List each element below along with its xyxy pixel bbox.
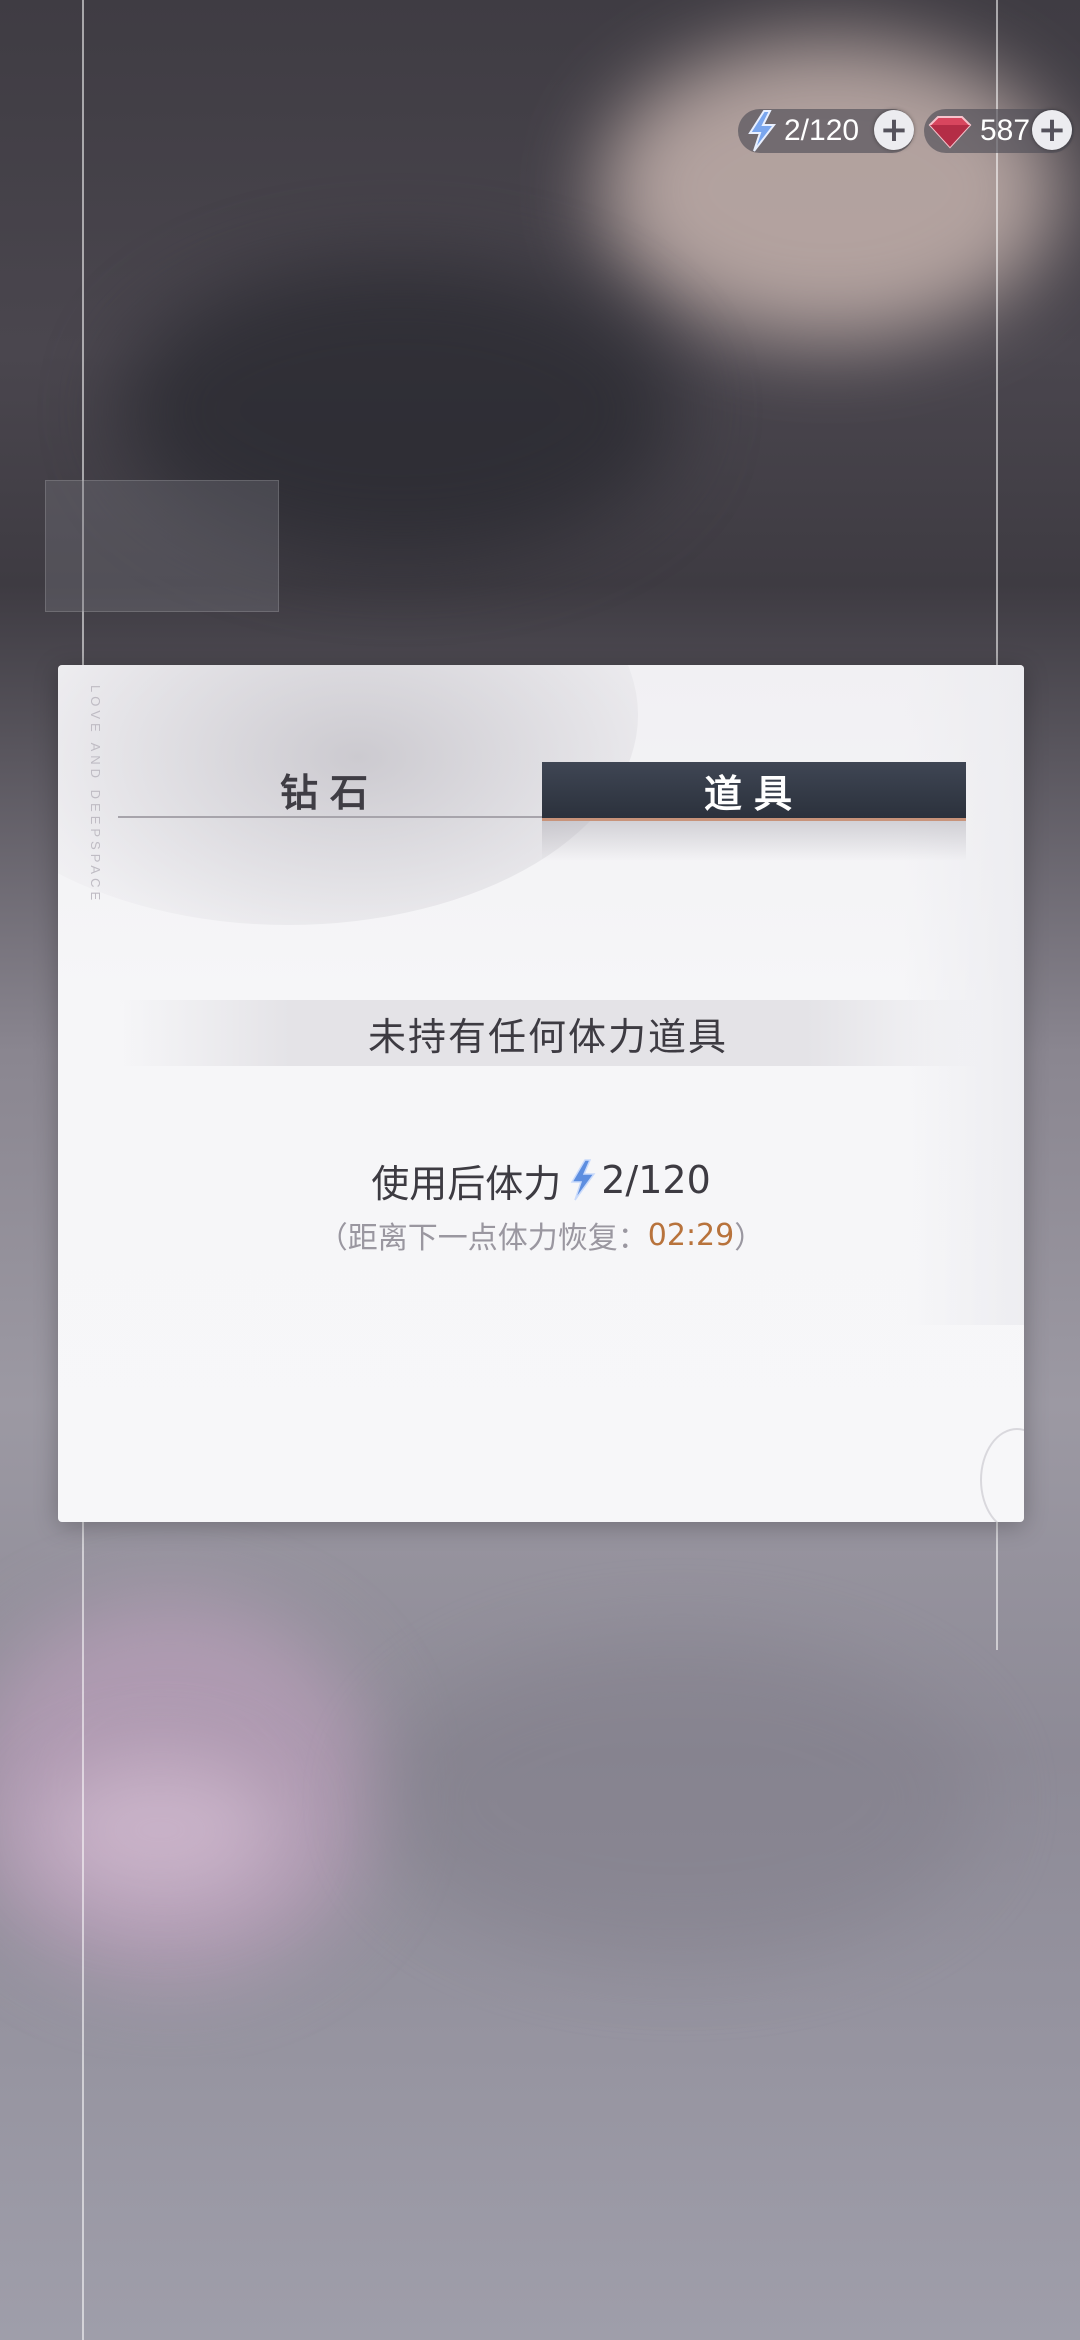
dialog-side-text: LOVE AND DEEPSPACE bbox=[88, 685, 103, 905]
recovery-prefix: （距离下一点体力恢复： bbox=[317, 1221, 648, 1256]
after-use-label: 使用后体力 bbox=[371, 1161, 562, 1206]
empty-notice: 未持有任何体力道具 bbox=[118, 1000, 978, 1066]
add-diamond-button[interactable]: + bbox=[1032, 110, 1072, 150]
diamond-gem-icon bbox=[928, 116, 972, 149]
tab-shadow bbox=[542, 821, 966, 861]
tab-diamond[interactable]: 钻石 bbox=[118, 762, 542, 818]
empty-notice-text: 未持有任何体力道具 bbox=[367, 1014, 728, 1059]
diamond-value: 587 bbox=[980, 114, 1031, 147]
after-use-stamina: 使用后体力 2/120 bbox=[58, 1150, 1024, 1210]
background-blur bbox=[40, 1760, 280, 1900]
background-blur bbox=[380, 1640, 980, 1960]
stamina-bolt-icon bbox=[748, 110, 777, 152]
background-blur bbox=[600, 40, 1060, 340]
stamina-value: 2/120 bbox=[784, 114, 860, 147]
stamina-dialog: LOVE AND DEEPSPACE 钻石 道具 未持有任何体力道具 使用后体力… bbox=[58, 665, 1024, 1522]
recovery-timer: 02:29 bbox=[647, 1217, 735, 1253]
recovery-info: （距离下一点体力恢复： 02:29 ） bbox=[58, 1215, 1024, 1257]
tab-items[interactable]: 道具 bbox=[542, 762, 966, 821]
stamina-bolt-icon bbox=[570, 1159, 596, 1201]
add-stamina-button[interactable]: + bbox=[874, 110, 914, 150]
dialog-decoration bbox=[980, 1428, 1024, 1522]
after-use-value: 2/120 bbox=[601, 1158, 711, 1202]
recovery-suffix: ） bbox=[734, 1221, 765, 1256]
background-panel bbox=[45, 480, 279, 612]
